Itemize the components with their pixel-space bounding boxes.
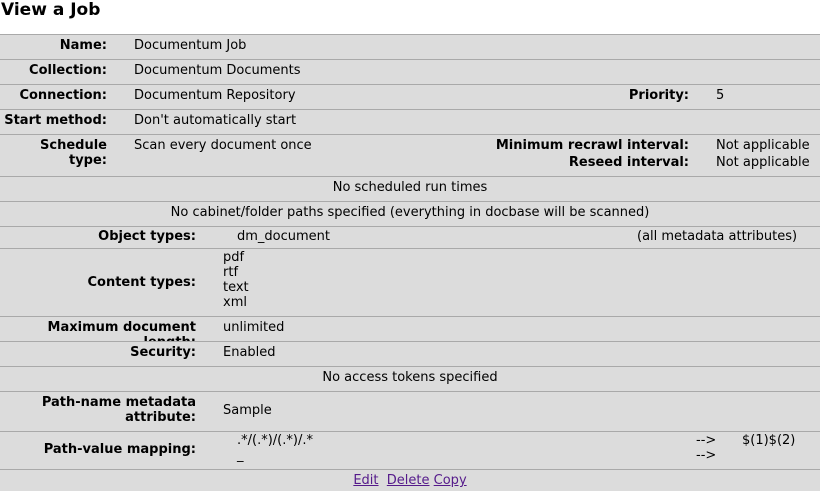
row-schedule-type: Schedule type: Scan every document once …: [0, 134, 820, 176]
min-recrawl-label: Minimum recrawl interval:: [495, 138, 689, 153]
connection-label: Connection:: [19, 88, 107, 103]
action-links: Edit Delete Copy: [0, 473, 820, 488]
mapping-replace: $(1)$(2): [742, 433, 796, 448]
paths-note: No cabinet/folder paths specified (every…: [170, 205, 650, 220]
schedule-note: No scheduled run times: [332, 180, 488, 195]
collection-label: Collection:: [29, 63, 107, 78]
mapping-match: .*/(.*)/(.*)/.*: [237, 433, 313, 448]
security-label: Security:: [130, 345, 196, 360]
content-types-label: Content types:: [87, 275, 196, 290]
row-paths-note: No cabinet/folder paths specified (every…: [0, 201, 820, 226]
row-collection: Collection: Documentum Documents: [0, 59, 820, 84]
mapping-arrow-column: --> -->: [696, 433, 716, 463]
object-types-label: Object types:: [98, 229, 196, 244]
row-connection: Connection: Documentum Repository Priori…: [0, 84, 820, 109]
path-attr-label-line: Path-name metadata: [41, 395, 196, 410]
name-label: Name:: [59, 38, 107, 53]
connection-value: Documentum Repository: [134, 88, 296, 103]
name-value: Documentum Job: [134, 38, 247, 53]
path-attr-label: Path-name metadata attribute:: [42, 395, 196, 425]
object-types-value: dm_document: [237, 229, 331, 244]
mapping-arrow: -->: [696, 448, 717, 463]
content-type-item: pdf: [223, 250, 245, 265]
row-object-types: Object types: dm_document (all metadata …: [0, 226, 820, 248]
tokens-note: No access tokens specified: [322, 370, 498, 385]
mapping-replace-column: $(1)$(2): [742, 433, 795, 448]
content-type-item: xml: [223, 295, 247, 310]
path-attr-value: Sample: [223, 403, 272, 418]
page-title: View a Job: [1, 0, 101, 20]
reseed-label: Reseed interval:: [568, 155, 689, 170]
collection-value: Documentum Documents: [134, 63, 301, 78]
priority-value: 5: [716, 88, 725, 103]
max-length-value: unlimited: [223, 320, 285, 335]
object-types-attrs: (all metadata attributes): [637, 229, 798, 244]
content-type-item: text: [223, 280, 249, 295]
row-security: Security: Enabled: [0, 341, 820, 366]
edit-link[interactable]: Edit: [353, 473, 378, 488]
copy-link[interactable]: Copy: [434, 473, 467, 488]
path-attr-label-line: attribute:: [125, 410, 196, 425]
delete-link[interactable]: Delete: [387, 473, 430, 488]
content-types-list: pdf rtf text xml: [223, 250, 249, 310]
content-type-item: rtf: [223, 265, 239, 280]
row-content-types: Content types: pdf rtf text xml: [0, 248, 820, 316]
mapping-match: _: [237, 448, 244, 463]
start-method-value: Don't automatically start: [134, 113, 297, 128]
row-actions: Edit Delete Copy: [0, 469, 820, 491]
row-name: Name: Documentum Job: [0, 34, 820, 59]
row-path-mapping: Path-value mapping: .*/(.*)/(.*)/.* _ --…: [0, 431, 820, 469]
row-path-attribute: Path-name metadata attribute: Sample: [0, 391, 820, 431]
reseed-value: Not applicable: [716, 155, 810, 170]
priority-label: Priority:: [628, 88, 689, 103]
schedule-type-label: Schedule type:: [40, 138, 107, 168]
row-schedule-note: No scheduled run times: [0, 176, 820, 201]
path-mapping-label: Path-value mapping:: [43, 442, 196, 457]
row-max-length: Maximum document length: unlimited: [0, 316, 820, 350]
row-tokens-note: No access tokens specified: [0, 366, 820, 391]
mapping-match-column: .*/(.*)/(.*)/.* _: [237, 433, 313, 463]
min-recrawl-value: Not applicable: [716, 138, 810, 153]
start-method-label: Start method:: [4, 113, 107, 128]
schedule-type-value: Scan every document once: [134, 138, 312, 153]
security-value: Enabled: [223, 345, 276, 360]
mapping-arrow: -->: [696, 433, 717, 448]
row-start-method: Start method: Don't automatically start: [0, 109, 820, 134]
